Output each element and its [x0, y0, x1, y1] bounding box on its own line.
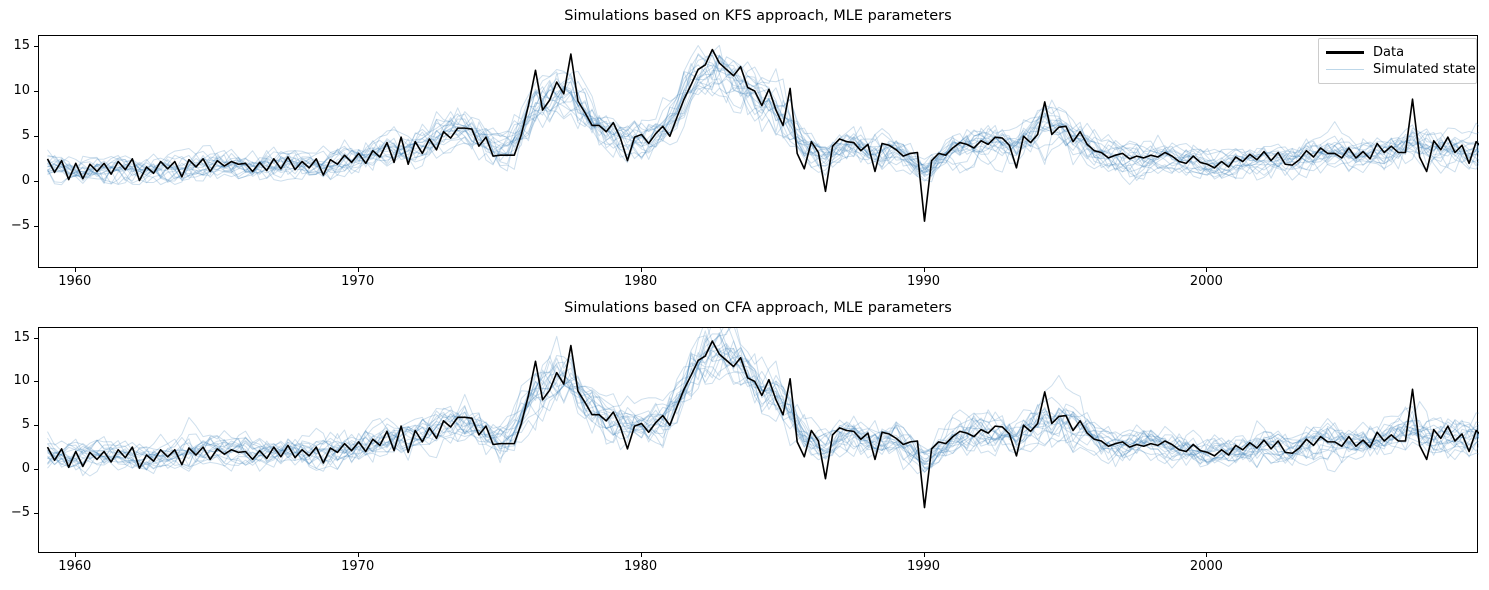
- legend-item-simulated-state[interactable]: Simulated state: [1326, 61, 1476, 78]
- plot-canvas-cfa: [46, 328, 1479, 509]
- xtick-label: 1970: [341, 274, 375, 289]
- subplot-kfs: Simulations based on KFS approach, MLE p…: [0, 0, 1489, 295]
- ytick-label: 5: [21, 417, 30, 433]
- simulated-state-line: [47, 328, 1479, 477]
- simulated-state-line: [47, 344, 1479, 468]
- ytick-mark: [34, 90, 38, 92]
- legend-label-simulated-state: Simulated state: [1373, 62, 1476, 77]
- ytick-mark: [34, 136, 38, 138]
- legend-label-data: Data: [1373, 45, 1405, 60]
- xtick-label: 1960: [58, 274, 92, 289]
- xtick-mark: [1206, 268, 1208, 272]
- xtick-label: 2000: [1189, 274, 1223, 289]
- xtick-mark: [1206, 553, 1208, 557]
- xtick-mark: [74, 553, 76, 557]
- legend[interactable]: Data Simulated state: [1318, 38, 1477, 84]
- ytick-label: 0: [21, 460, 30, 476]
- plot-canvas-kfs: [46, 44, 1479, 222]
- xtick-mark: [640, 268, 642, 272]
- legend-item-data[interactable]: Data: [1326, 44, 1468, 61]
- legend-line-data-icon: [1326, 47, 1364, 59]
- ytick-label: 10: [13, 82, 30, 98]
- xtick-mark: [640, 553, 642, 557]
- xtick-mark: [923, 268, 925, 272]
- xtick-label: 1980: [624, 559, 658, 574]
- ytick-label: −5: [10, 504, 30, 520]
- xtick-label: 1990: [906, 274, 941, 289]
- ytick-label: 15: [13, 329, 30, 345]
- simulated-state-line: [47, 78, 1479, 185]
- subplot-title-kfs: Simulations based on KFS approach, MLE p…: [564, 8, 952, 24]
- xtick-label: 1980: [624, 274, 658, 289]
- ytick-mark: [34, 512, 38, 514]
- simulated-state-line: [47, 347, 1479, 471]
- xtick-label: 1990: [906, 559, 941, 574]
- xtick-mark: [357, 553, 359, 557]
- simulated-state-line: [47, 346, 1479, 466]
- xtick-label: 1960: [58, 559, 92, 574]
- xtick-label: 1970: [341, 559, 375, 574]
- xtick-mark: [357, 268, 359, 272]
- ytick-mark: [34, 425, 38, 427]
- xtick-mark: [923, 553, 925, 557]
- ytick-mark: [34, 337, 38, 339]
- subplot-cfa: Simulations based on CFA approach, MLE p…: [0, 295, 1489, 590]
- ytick-label: 0: [21, 173, 30, 189]
- ytick-label: 5: [21, 128, 30, 144]
- ytick-label: 10: [13, 373, 30, 389]
- ytick-mark: [34, 381, 38, 383]
- ytick-mark: [34, 45, 38, 47]
- ytick-mark: [34, 226, 38, 228]
- ytick-label: −5: [10, 218, 30, 234]
- ytick-mark: [34, 181, 38, 183]
- legend-line-simulated-icon: [1326, 64, 1364, 76]
- ytick-label: 15: [13, 37, 30, 53]
- xtick-label: 2000: [1189, 559, 1223, 574]
- simulated-state-lines: [47, 44, 1479, 186]
- simulated-state-lines: [47, 328, 1479, 477]
- xtick-mark: [74, 268, 76, 272]
- figure-canvas: Simulations based on KFS approach, MLE p…: [0, 0, 1489, 590]
- ytick-mark: [34, 468, 38, 470]
- simulated-state-line: [47, 347, 1479, 471]
- subplot-title-cfa: Simulations based on CFA approach, MLE p…: [564, 300, 952, 316]
